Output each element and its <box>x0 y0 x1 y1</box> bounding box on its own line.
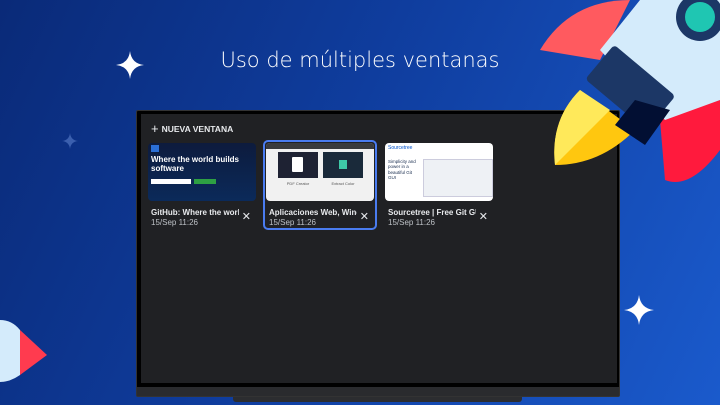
window-card[interactable]: Where the world builds software GitHub: … <box>145 140 259 230</box>
close-icon[interactable]: ✕ <box>479 210 488 223</box>
sparkle-icon <box>62 133 78 149</box>
plus-icon: + <box>151 121 159 136</box>
window-card[interactable]: Sourcetree Simplicity and power in a bea… <box>382 140 496 230</box>
window-card-selected[interactable]: PDF Creator Extract Color Aplicaciones W… <box>263 140 377 230</box>
window-thumbnail: Where the world builds software <box>148 143 256 201</box>
window-thumbnail: Sourcetree Simplicity and power in a bea… <box>385 143 493 201</box>
window-thumbnail: PDF Creator Extract Color <box>266 143 374 201</box>
sparkle-icon <box>116 51 144 79</box>
laptop-base <box>137 387 619 396</box>
rocket-icon <box>540 0 720 182</box>
thumbnail-headline: Where the world builds software <box>151 155 240 173</box>
close-icon[interactable]: ✕ <box>360 210 369 223</box>
new-window-button[interactable]: + NUEVA VENTANA <box>151 121 233 136</box>
rocket-icon <box>0 320 47 382</box>
sparkle-icon <box>624 295 654 325</box>
close-icon[interactable]: ✕ <box>242 210 251 223</box>
